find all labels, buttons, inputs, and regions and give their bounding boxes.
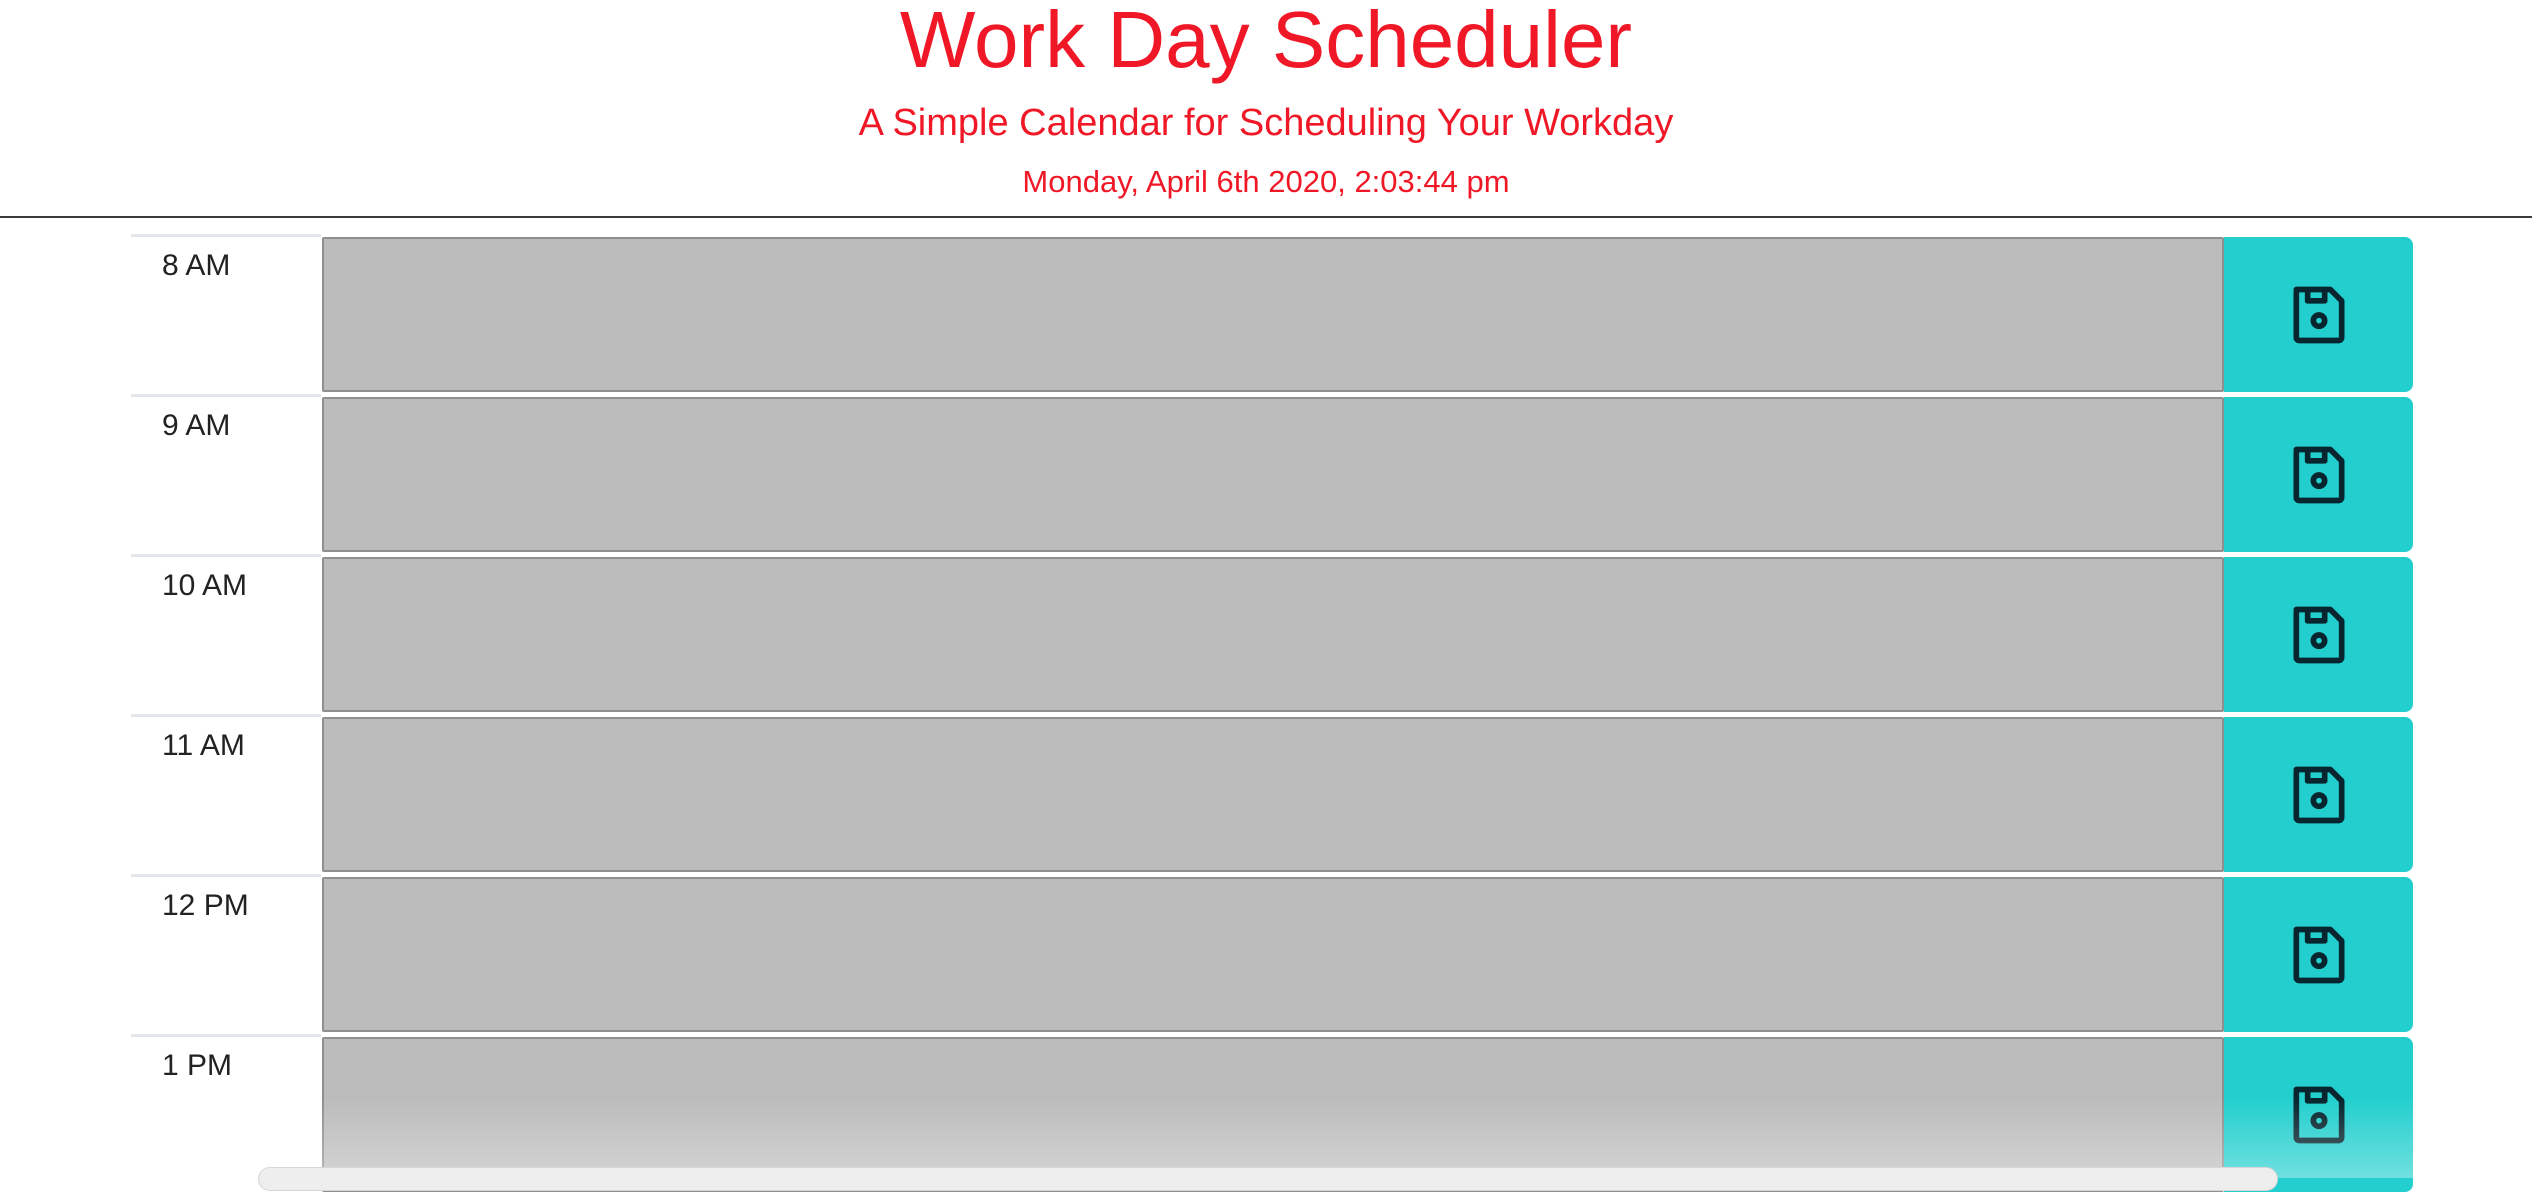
schedule-grid: 8 AM 9 AM 10 AM 11 AM 12 PM 1 PM [131,234,2413,1194]
floppy-disk-icon [2293,926,2344,983]
save-button[interactable] [2224,237,2413,392]
save-button[interactable] [2224,717,2413,872]
horizontal-scrollbar[interactable] [258,1167,2278,1191]
page-header: Work Day Scheduler A Simple Calendar for… [0,0,2532,218]
floppy-disk-icon [2293,766,2344,823]
page-subtitle: A Simple Calendar for Scheduling Your Wo… [858,102,1674,144]
event-input[interactable] [322,237,2224,392]
floppy-disk-icon [2293,1086,2344,1143]
hour-label: 11 AM [131,714,321,872]
event-input[interactable] [322,397,2224,552]
time-block-11am: 11 AM [131,714,2413,874]
save-button[interactable] [2224,557,2413,712]
current-date: Monday, April 6th 2020, 2:03:44 pm [1022,164,1510,199]
hour-label: 10 AM [131,554,321,712]
time-block-8am: 8 AM [131,234,2413,394]
hour-label: 8 AM [131,234,321,392]
floppy-disk-icon [2293,286,2344,343]
floppy-disk-icon [2293,446,2344,503]
event-input[interactable] [322,717,2224,872]
floppy-disk-icon [2293,606,2344,663]
time-block-12pm: 12 PM [131,874,2413,1034]
save-button[interactable] [2224,877,2413,1032]
event-input[interactable] [322,557,2224,712]
time-block-9am: 9 AM [131,394,2413,554]
time-block-10am: 10 AM [131,554,2413,714]
event-input[interactable] [322,877,2224,1032]
hour-label: 12 PM [131,874,321,1032]
hour-label: 9 AM [131,394,321,552]
save-button[interactable] [2224,397,2413,552]
page-title: Work Day Scheduler [899,0,1633,84]
